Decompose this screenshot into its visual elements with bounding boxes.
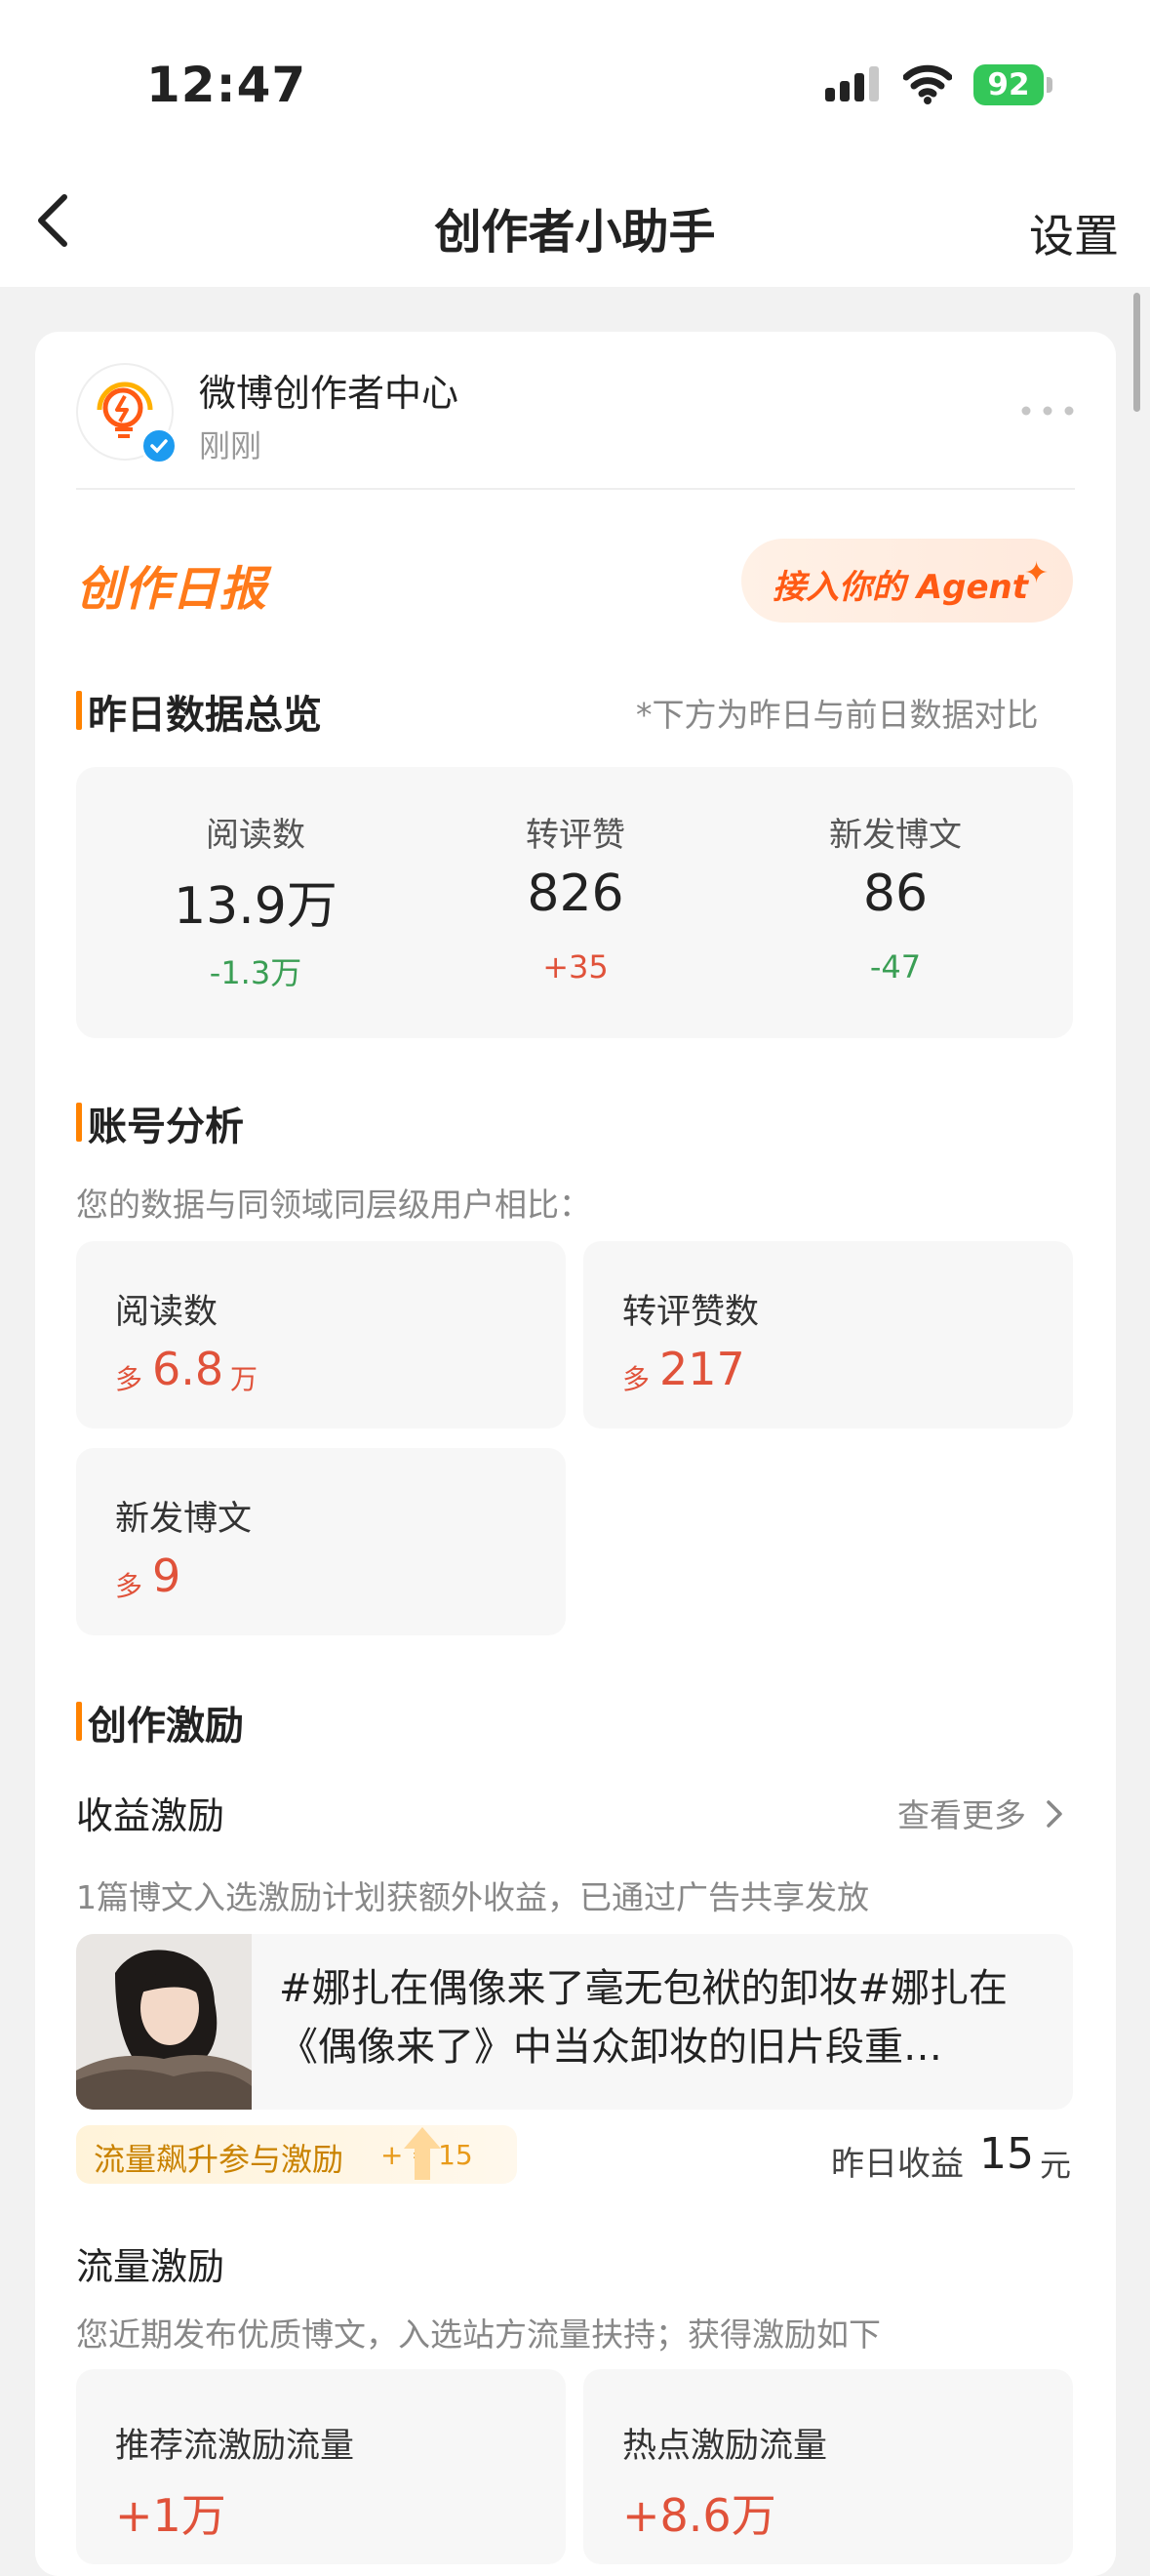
stat-value: 13.9万	[174, 877, 337, 936]
battery-level: 92	[973, 64, 1044, 105]
flow-label: 热点激励流量	[622, 2427, 828, 2466]
nav-bar: 创作者小助手 设置	[0, 166, 1150, 287]
connect-agent-label: 接入你的 Agent	[773, 568, 1029, 607]
battery-icon: 92	[973, 64, 1053, 105]
traffic-surge-tag[interactable]: 流量飙升参与激励 + ¥ 15	[76, 2125, 517, 2184]
section-marker	[76, 1702, 82, 1741]
analysis-subtitle: 您的数据与同领域同层级用户相比：	[76, 1186, 591, 1224]
analysis-prefix: 多	[115, 1363, 143, 1395]
post-time: 刚刚	[199, 427, 262, 464]
stat-delta: +35	[542, 948, 609, 986]
analysis-label: 阅读数	[115, 1293, 218, 1332]
analysis-title: 账号分析	[88, 1105, 244, 1149]
flow-value: +1万	[115, 2489, 226, 2542]
hot-traffic-card[interactable]: 热点激励流量 +8.6万	[583, 2369, 1073, 2564]
stat-delta: -1.3万	[209, 954, 302, 991]
analysis-prefix: 多	[622, 1363, 651, 1395]
up-arrow-icon	[404, 2127, 441, 2180]
analysis-unit: 万	[230, 1363, 258, 1395]
analysis-card-reads[interactable]: 阅读数 多 6.8 万	[76, 1241, 566, 1429]
stat-value: 826	[527, 865, 624, 923]
flow-label: 推荐流激励流量	[115, 2427, 355, 2466]
status-time: 12:47	[146, 57, 307, 113]
flow-value: +8.6万	[622, 2489, 776, 2542]
tag-label: 流量飙升参与激励	[94, 2141, 344, 2178]
verified-badge-icon	[140, 427, 178, 464]
page-title: 创作者小助手	[434, 205, 716, 260]
stat-label: 阅读数	[206, 816, 305, 855]
divider	[76, 488, 1075, 490]
chevron-right-icon[interactable]	[1044, 1797, 1065, 1831]
stat-value: 86	[862, 865, 929, 923]
earnings-unit: 元	[1040, 2147, 1072, 2184]
earnings-value: 15	[979, 2129, 1034, 2179]
overview-title: 昨日数据总览	[88, 693, 322, 738]
stat-label: 新发博文	[829, 816, 962, 855]
post-thumbnail	[76, 1934, 252, 2110]
settings-button[interactable]: 设置	[1029, 201, 1119, 265]
analysis-card-engagement[interactable]: 转评赞数 多 217	[583, 1241, 1073, 1429]
analysis-prefix: 多	[115, 1570, 143, 1602]
section-marker	[76, 1103, 82, 1142]
traffic-desc: 您近期发布优质博文，入选站方流量扶持；获得激励如下	[76, 2315, 881, 2354]
wifi-icon	[903, 64, 952, 104]
overview-note: *下方为昨日与前日数据对比	[636, 696, 1039, 734]
traffic-incentive-title: 流量激励	[76, 2245, 225, 2288]
cellular-signal-icon	[825, 66, 879, 101]
analysis-label: 转评赞数	[622, 1293, 760, 1332]
account-name[interactable]: 微博创作者中心	[199, 363, 458, 417]
analysis-value: 217	[659, 1343, 745, 1395]
see-more-link[interactable]: 查看更多	[897, 1790, 1026, 1836]
post-text: #娜扎在偶像来了毫无包袱的卸妆#娜扎在《偶像来了》中当众卸妆的旧片段重…	[279, 1966, 1009, 2070]
recommend-traffic-card[interactable]: 推荐流激励流量 +1万	[76, 2369, 566, 2564]
analysis-card-new-posts[interactable]: 新发博文 多 9	[76, 1448, 566, 1635]
more-options-icon[interactable]	[1018, 396, 1077, 425]
revenue-desc: 1篇博文入选激励计划获额外收益，已通过广告共享发放	[76, 1878, 869, 1916]
analysis-value: 6.8	[152, 1343, 224, 1395]
revenue-incentive-title: 收益激励	[76, 1794, 225, 1837]
sparkle-icon: ✦	[1024, 556, 1050, 590]
section-marker	[76, 691, 82, 730]
daily-report-title: 创作日报	[76, 562, 268, 617]
stat-label: 转评赞	[526, 816, 625, 855]
status-bar: 12:47 92	[0, 0, 1150, 166]
incentive-title: 创作激励	[88, 1704, 244, 1749]
analysis-label: 新发博文	[115, 1500, 253, 1539]
stat-delta: -47	[869, 948, 922, 986]
earnings-label: 昨日收益	[831, 2145, 964, 2184]
connect-agent-button[interactable]: 接入你的 Agent ✦	[741, 539, 1073, 623]
overview-stats: 阅读数 13.9万 -1.3万 转评赞 826 +35 新发博文 86 -47	[76, 767, 1073, 1038]
analysis-value: 9	[152, 1550, 181, 1602]
incentive-post[interactable]: #娜扎在偶像来了毫无包袱的卸妆#娜扎在《偶像来了》中当众卸妆的旧片段重…	[76, 1934, 1073, 2110]
scrollbar[interactable]	[1133, 293, 1140, 412]
